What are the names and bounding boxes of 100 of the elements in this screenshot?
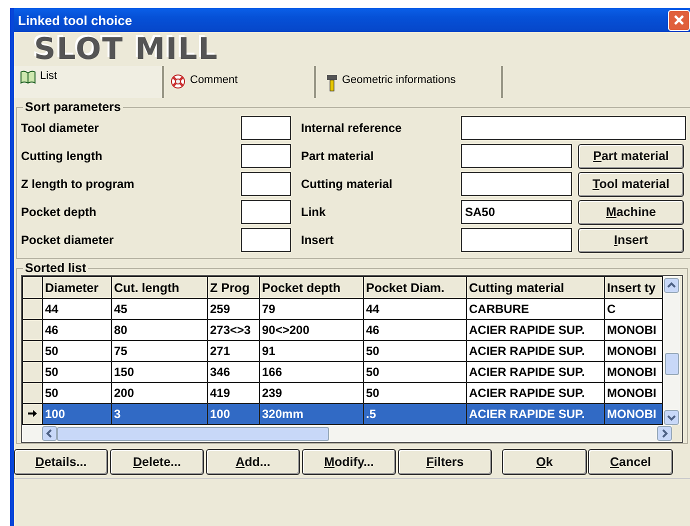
table-cell: 91 (260, 340, 364, 362)
vertical-scrollbar[interactable] (663, 276, 680, 425)
table-row[interactable]: 100 3 100 320mm .5 ACIER RAPIDE SUP. MONOBI (22, 404, 662, 424)
table-cell: 100 (208, 404, 260, 424)
input-field[interactable] (461, 228, 572, 252)
table-cell: ACIER RAPIDE SUP. (466, 340, 604, 362)
table-row[interactable]: 50 75 271 91 50 ACIER RAPIDE SUP. MONOBI (22, 340, 662, 362)
side-button[interactable]: Part material (578, 144, 684, 168)
input-field[interactable] (461, 144, 572, 168)
input-field[interactable] (241, 172, 291, 196)
column-header[interactable]: Cut. length (112, 276, 208, 298)
scroll-down-icon[interactable] (664, 410, 679, 425)
table-cell: 79 (260, 298, 364, 320)
scroll-thumb[interactable] (664, 353, 678, 375)
side-button[interactable]: Insert (578, 228, 684, 252)
group-title: Sorted list (24, 261, 88, 275)
action-button[interactable]: Add... (206, 449, 300, 475)
table-cell: 50 (42, 340, 112, 362)
column-header[interactable]: Z Prog (208, 276, 260, 298)
column-header[interactable]: Pocket depth (260, 276, 364, 298)
table-cell: 50 (364, 340, 466, 362)
table-cell: 45 (112, 298, 208, 320)
table-cell: 419 (208, 382, 260, 404)
tab[interactable]: Geometric informations (316, 66, 503, 98)
table-cell: 320mm (260, 404, 364, 424)
action-button[interactable]: Details... (14, 449, 108, 475)
lifebuoy-icon (170, 74, 186, 89)
scroll-right-icon[interactable] (657, 426, 672, 441)
table-cell: 3 (112, 404, 208, 424)
field-label: Insert (300, 233, 335, 247)
tab[interactable]: Comment (164, 66, 316, 98)
dialog-button[interactable]: Cancel (588, 449, 673, 475)
column-header[interactable]: Cutting material (466, 276, 604, 298)
input-field[interactable] (241, 200, 291, 224)
table-cell: .5 (364, 404, 466, 424)
table-row[interactable]: 46 80 273<>3 90<>200 46 ACIER RAPIDE SUP. MONOBI (22, 320, 662, 340)
table-row[interactable]: 50 200 419 239 50 ACIER RAPIDE SUP. MONOBI (22, 382, 662, 404)
table-cell: 50 (364, 362, 466, 382)
action-button[interactable]: Filters (398, 449, 492, 475)
tab-label: Comment (190, 74, 238, 86)
table-cell: 46 (42, 320, 112, 340)
scroll-left-icon[interactable] (42, 426, 57, 441)
table-cell: 90<>200 (260, 320, 364, 340)
table-cell: 50 (42, 362, 112, 382)
table-cell: 200 (112, 382, 208, 404)
input-field[interactable] (461, 172, 572, 196)
table-cell: CARBURE (466, 298, 604, 320)
table-cell: ACIER RAPIDE SUP. (466, 362, 604, 382)
table-cell: ACIER RAPIDE SUP. (466, 382, 604, 404)
table-cell: MONOBI (604, 404, 662, 424)
table-cell: MONOBI (604, 362, 662, 382)
table-cell: ACIER RAPIDE SUP. (466, 404, 604, 424)
table-row[interactable]: 50 150 346 166 50 ACIER RAPIDE SUP. MONOBI (22, 362, 662, 382)
table-cell: 46 (364, 320, 466, 340)
input-field[interactable]: SA50 (461, 200, 572, 224)
table-cell: 150 (112, 362, 208, 382)
column-header[interactable]: Diameter (42, 276, 112, 298)
side-button[interactable]: Machine (578, 200, 684, 224)
horizontal-scrollbar[interactable] (22, 425, 672, 442)
input-field[interactable] (241, 228, 291, 252)
input-field[interactable] (241, 144, 291, 168)
table-cell: MONOBI (604, 382, 662, 404)
table-cell: 80 (112, 320, 208, 340)
field-label: Cutting length (21, 149, 104, 163)
tab-label: List (40, 70, 58, 82)
input-field[interactable] (461, 116, 686, 140)
table-cell: ACIER RAPIDE SUP. (466, 320, 604, 340)
table-cell: MONOBI (604, 340, 662, 362)
table-cell: 50 (364, 382, 466, 404)
field-label: Z length to program (21, 177, 136, 191)
scroll-up-icon[interactable] (664, 278, 679, 293)
action-button[interactable]: Delete... (110, 449, 204, 475)
table-cell: 166 (260, 362, 364, 382)
book-icon (20, 70, 36, 84)
close-icon (673, 14, 685, 26)
column-header[interactable]: Insert ty (604, 276, 662, 298)
dialog-button[interactable]: Ok (502, 449, 587, 475)
table-cell: 346 (208, 362, 260, 382)
table-cell: 44 (42, 298, 112, 320)
table-row[interactable]: 44 45 259 79 44 CARBURE C (22, 298, 662, 320)
column-header[interactable]: Pocket Diam. (364, 276, 466, 298)
banner-title: SLOT MILL (34, 32, 218, 66)
window-title: Linked tool choice (17, 12, 132, 28)
scroll-thumb[interactable] (57, 426, 329, 440)
row-pointer-icon (28, 409, 37, 418)
field-label: Internal reference (300, 121, 403, 135)
table-cell: 75 (112, 340, 208, 362)
side-button[interactable]: Tool material (578, 172, 684, 196)
table-cell: MONOBI (604, 320, 662, 340)
table-cell: 259 (208, 298, 260, 320)
close-button[interactable] (668, 10, 690, 30)
field-label: Part material (300, 149, 375, 163)
table-cell: 273<>3 (208, 320, 260, 340)
tab[interactable]: List (14, 66, 164, 98)
tab-label: Geometric informations (342, 74, 456, 86)
field-label: Pocket diameter (21, 233, 115, 247)
action-button[interactable]: Modify... (302, 449, 396, 475)
table-cell: 44 (364, 298, 466, 320)
table-cell: 100 (42, 404, 112, 424)
input-field[interactable] (241, 116, 291, 140)
